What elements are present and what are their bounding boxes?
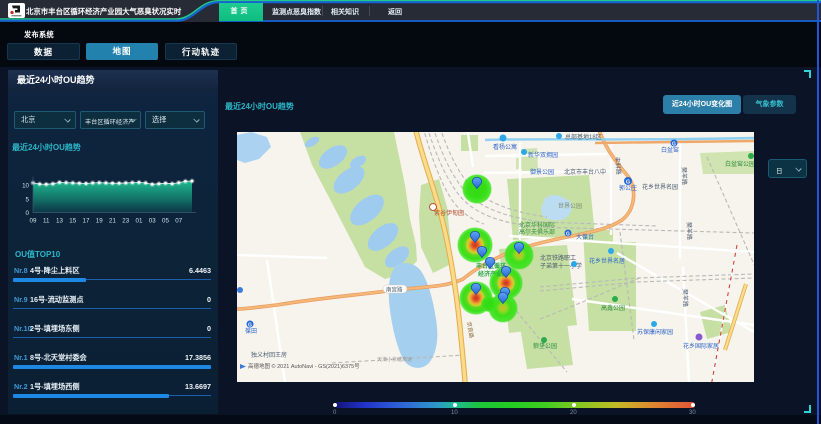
- svg-text:G: G: [566, 232, 570, 238]
- svg-text:北京铁路职工: 北京铁路职工: [540, 254, 576, 262]
- svg-text:总部基地18区: 总部基地18区: [565, 133, 602, 141]
- svg-text:花乡世界名居: 花乡世界名居: [589, 257, 625, 265]
- svg-text:09: 09: [30, 218, 37, 225]
- svg-text:高鑫公园: 高鑫公园: [601, 304, 625, 312]
- svg-text:新华双拥园: 新华双拥园: [528, 151, 558, 159]
- svg-text:13: 13: [56, 218, 63, 225]
- svg-text:G: G: [672, 142, 676, 148]
- svg-text:南宫路: 南宫路: [386, 286, 403, 294]
- svg-text:花乡世界名园: 花乡世界名园: [642, 183, 678, 191]
- svg-text:御景公园: 御景公园: [530, 168, 554, 176]
- svg-text:世界公园: 世界公园: [558, 202, 582, 210]
- svg-text:10: 10: [22, 183, 29, 190]
- svg-text:白盆窑: 白盆窑: [661, 146, 679, 154]
- svg-text:高尔夫俱乐部: 高尔夫俱乐部: [519, 228, 555, 236]
- svg-text:紫谷伊甸园: 紫谷伊甸园: [434, 209, 464, 217]
- svg-text:北京华科国际: 北京华科国际: [519, 221, 555, 229]
- svg-text:5: 5: [26, 196, 30, 203]
- svg-text:花乡国际家居: 花乡国际家居: [683, 342, 719, 350]
- svg-text:05: 05: [162, 218, 169, 225]
- svg-text:23: 23: [122, 218, 129, 225]
- svg-text:19: 19: [96, 218, 103, 225]
- svg-text:白盆窑公园: 白盆窑公园: [725, 160, 754, 168]
- svg-text:0: 0: [26, 210, 30, 217]
- svg-text:北京市丰台八中: 北京市丰台八中: [564, 168, 606, 176]
- svg-text:苏保康闲家园: 苏保康闲家园: [637, 328, 673, 336]
- svg-text:狼垡公园: 狼垡公园: [533, 342, 557, 350]
- svg-text:21: 21: [109, 218, 116, 225]
- svg-text:17: 17: [83, 218, 90, 225]
- svg-text:独义村回王房: 独义村回王房: [251, 351, 287, 359]
- svg-text:大葆台: 大葆台: [576, 233, 594, 241]
- svg-text:G: G: [626, 180, 630, 186]
- svg-text:高德地图 © 2021 AutoNavi - GS(2021: 高德地图 © 2021 AutoNavi - GS(2021)6375号: [248, 362, 360, 370]
- svg-text:01: 01: [136, 218, 143, 225]
- svg-text:15: 15: [69, 218, 76, 225]
- svg-text:07: 07: [175, 218, 182, 225]
- svg-text:G: G: [248, 323, 252, 329]
- svg-text:11: 11: [43, 218, 50, 225]
- svg-text:03: 03: [149, 218, 156, 225]
- svg-text:看杨公寓: 看杨公寓: [493, 143, 517, 151]
- svg-text:天津小京塘高速: 天津小京塘高速: [377, 356, 412, 363]
